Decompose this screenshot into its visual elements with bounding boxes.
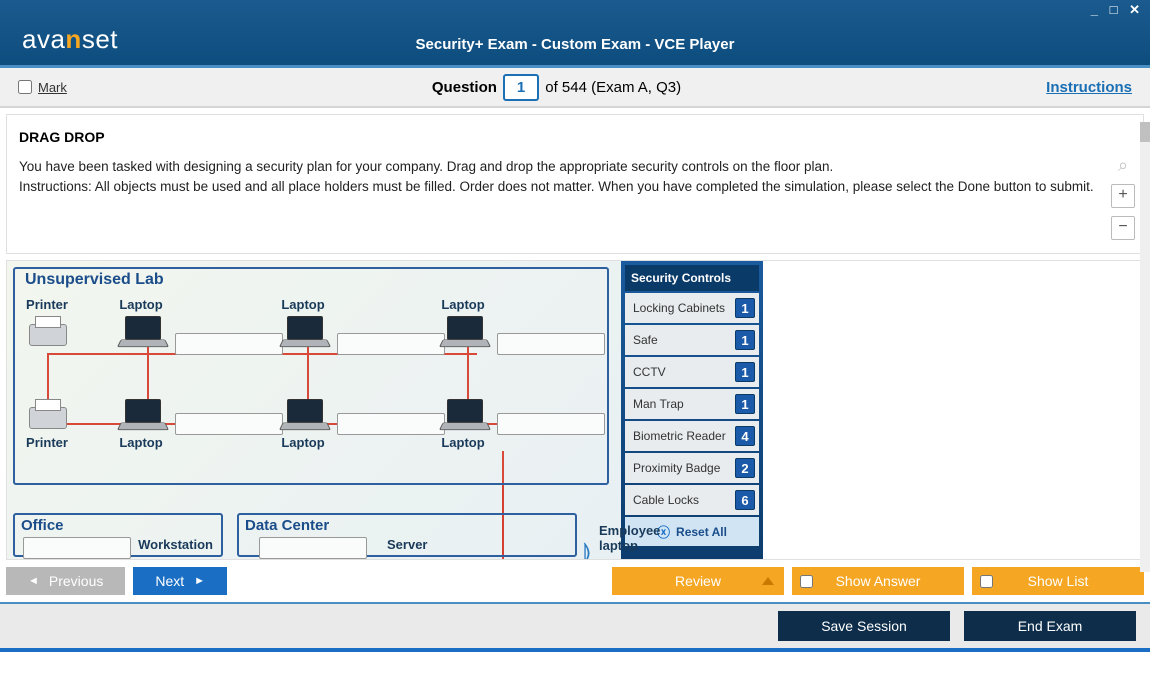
drop-zone[interactable]: [259, 537, 367, 559]
drop-zone[interactable]: [23, 537, 131, 559]
control-item[interactable]: Biometric Reader4: [625, 421, 759, 451]
office-frame: Office Workstation: [13, 513, 223, 557]
control-count: 1: [735, 394, 755, 414]
laptop-icon: [115, 314, 167, 350]
show-answer-toggle[interactable]: Show Answer: [792, 567, 964, 595]
instructions-link[interactable]: Instructions: [1046, 79, 1132, 96]
laptop-icon: [277, 314, 329, 350]
question-text: You have been tasked with designing a se…: [19, 157, 1131, 196]
control-count: 4: [735, 426, 755, 446]
scrollbar-thumb[interactable]: [1140, 122, 1150, 142]
blank-area: [763, 261, 1143, 559]
device-label: Server: [387, 537, 427, 552]
laptop-icon: [115, 397, 167, 433]
drop-zone[interactable]: [497, 413, 605, 435]
control-item[interactable]: CCTV1: [625, 357, 759, 387]
previous-button[interactable]: Previous: [6, 567, 125, 595]
zoom-search-icon[interactable]: ⌕: [1111, 155, 1135, 176]
next-button[interactable]: Next: [133, 567, 227, 595]
title-bar: _ □ ✕ avanset Security+ Exam - Custom Ex…: [0, 0, 1150, 68]
control-count: 1: [735, 362, 755, 382]
control-item[interactable]: Proximity Badge2: [625, 453, 759, 483]
device-label: Laptop: [277, 435, 329, 450]
device-label: Laptop: [277, 297, 329, 312]
drop-zone[interactable]: [337, 333, 445, 355]
controls-header: Security Controls: [625, 265, 759, 291]
maximize-button[interactable]: □: [1108, 2, 1122, 17]
device-label: Printer: [21, 297, 73, 312]
show-list-toggle[interactable]: Show List: [972, 567, 1144, 595]
drop-zone[interactable]: [337, 413, 445, 435]
bottom-bar: Save Session End Exam: [0, 602, 1150, 652]
lab-title: Unsupervised Lab: [21, 267, 168, 293]
mark-checkbox[interactable]: [18, 80, 32, 94]
data-center-frame: Data Center Server: [237, 513, 577, 557]
control-item[interactable]: Locking Cabinets1: [625, 293, 759, 323]
drop-zone[interactable]: [175, 333, 283, 355]
question-number-input[interactable]: 1: [503, 74, 539, 101]
floor-plan[interactable]: Unsupervised Lab Printer Laptop Laptop L…: [7, 261, 621, 559]
triangle-up-icon: [762, 577, 774, 585]
minimize-button[interactable]: _: [1089, 2, 1102, 17]
question-indicator: Question 1 of 544 (Exam A, Q3): [432, 74, 681, 101]
control-count: 1: [735, 298, 755, 318]
navigation-bar: Previous Next Review Show Answer Show Li…: [6, 566, 1144, 596]
employee-laptop-label: Employee laptop: [599, 523, 660, 553]
office-title: Office: [21, 517, 64, 534]
simulation-area: Unsupervised Lab Printer Laptop Laptop L…: [6, 260, 1144, 560]
window-controls: _ □ ✕: [1089, 2, 1144, 18]
laptop-icon: [277, 397, 329, 433]
show-answer-checkbox[interactable]: [800, 575, 813, 588]
control-count: 1: [735, 330, 755, 350]
close-button[interactable]: ✕: [1127, 2, 1144, 17]
question-content: DRAG DROP You have been tasked with desi…: [6, 114, 1144, 254]
printer-icon: [21, 397, 73, 433]
laptop-icon: [437, 314, 489, 350]
control-count: 6: [735, 490, 755, 510]
mark-label[interactable]: Mark: [38, 80, 67, 95]
laptop-icon: [437, 397, 489, 433]
show-list-checkbox[interactable]: [980, 575, 993, 588]
question-type: DRAG DROP: [19, 129, 1131, 145]
drop-zone[interactable]: [175, 413, 283, 435]
control-item[interactable]: Man Trap1: [625, 389, 759, 419]
scrollbar-track[interactable]: [1140, 122, 1150, 572]
zoom-in-button[interactable]: +: [1111, 184, 1135, 208]
device-label: Laptop: [437, 297, 489, 312]
device-label: Laptop: [437, 435, 489, 450]
review-button[interactable]: Review: [612, 567, 784, 595]
security-controls-panel: Security Controls Locking Cabinets1 Safe…: [621, 261, 763, 559]
device-label: Printer: [21, 435, 73, 450]
device-label: Laptop: [115, 297, 167, 312]
zoom-out-button[interactable]: −: [1111, 216, 1135, 240]
dc-title: Data Center: [245, 517, 329, 534]
control-item[interactable]: Safe1: [625, 325, 759, 355]
device-label: Workstation: [138, 537, 213, 552]
drop-zone[interactable]: [497, 333, 605, 355]
window-title: Security+ Exam - Custom Exam - VCE Playe…: [416, 36, 735, 53]
device-label: Laptop: [115, 435, 167, 450]
save-session-button[interactable]: Save Session: [778, 611, 950, 641]
printer-icon: [21, 314, 73, 350]
logo: avanset: [22, 24, 118, 55]
wifi-icon: ⟭: [583, 539, 591, 560]
control-item[interactable]: Cable Locks6: [625, 485, 759, 515]
control-count: 2: [735, 458, 755, 478]
end-exam-button[interactable]: End Exam: [964, 611, 1136, 641]
question-header: Mark Question 1 of 544 (Exam A, Q3) Inst…: [0, 68, 1150, 108]
